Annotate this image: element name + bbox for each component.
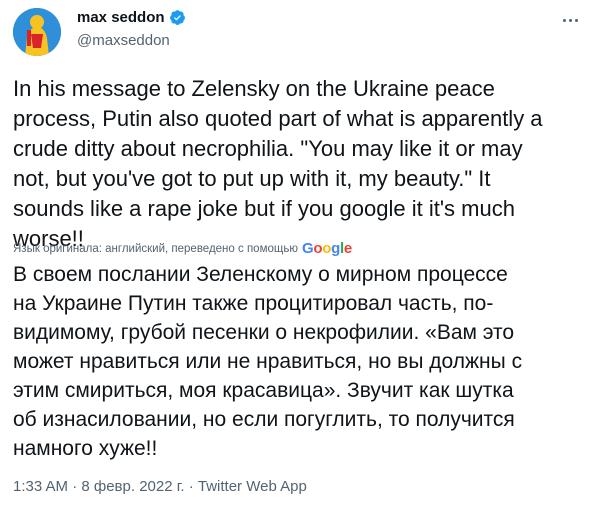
- avatar[interactable]: [13, 8, 61, 56]
- author-handle[interactable]: @maxseddon: [77, 32, 170, 49]
- verified-badge-icon: [169, 10, 185, 25]
- tweet-text: In his message to Zelensky on the Ukrain…: [13, 76, 543, 251]
- translated-text: В своем послании Зеленскому о мирном про…: [13, 263, 523, 460]
- author-display-name[interactable]: max seddon: [77, 9, 165, 26]
- author-name-row[interactable]: max seddon: [77, 9, 186, 26]
- google-logo[interactable]: Google: [302, 240, 352, 257]
- tweet-meta[interactable]: 1:33 AM · 8 февр. 2022 г. · Twitter Web …: [13, 478, 307, 495]
- more-options-icon[interactable]: [556, 10, 584, 30]
- translation-note-label: Язык оригинала: английский, переведено с…: [13, 242, 298, 255]
- avatar-image: [13, 8, 61, 56]
- translation-note: Язык оригинала: английский, переведено с…: [13, 240, 352, 257]
